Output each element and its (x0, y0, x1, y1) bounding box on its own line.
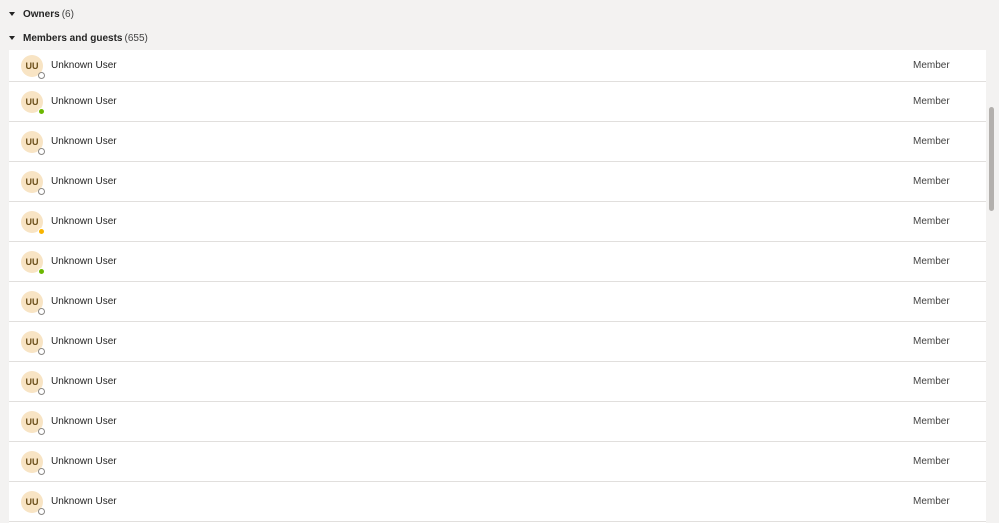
member-name[interactable]: Unknown User (51, 336, 117, 347)
member-role[interactable]: Member (913, 256, 950, 267)
member-row[interactable]: UU Unknown User Member (9, 322, 986, 362)
presence-offline-icon (38, 507, 45, 515)
member-role[interactable]: Member (913, 336, 950, 347)
member-row[interactable]: UU Unknown User Member (9, 50, 986, 82)
team-members-panel: Owners (6) Members and guests (655) UU Un… (0, 0, 999, 523)
avatar-initials: UU (25, 336, 39, 347)
member-role[interactable]: Member (913, 96, 950, 107)
presence-offline-icon (38, 467, 45, 475)
avatar[interactable]: UU (21, 250, 45, 275)
member-row[interactable]: UU Unknown User Member (9, 402, 986, 442)
avatar[interactable]: UU (21, 170, 45, 195)
avatar-initials: UU (25, 176, 39, 187)
avatar[interactable]: UU (21, 370, 45, 395)
presence-offline-icon (38, 347, 45, 355)
member-row[interactable]: UU Unknown User Member (9, 362, 986, 402)
member-row[interactable]: UU Unknown User Member (9, 162, 986, 202)
scrollbar-thumb[interactable] (989, 107, 994, 211)
member-role[interactable]: Member (913, 496, 950, 507)
chevron-down-icon (9, 12, 15, 16)
member-name[interactable]: Unknown User (51, 496, 117, 507)
owners-section-title: Owners (23, 8, 60, 20)
owners-section-header[interactable]: Owners (6) (0, 3, 74, 25)
presence-offline-icon (38, 387, 45, 395)
avatar-initials: UU (25, 96, 39, 107)
members-section-count: (655) (124, 32, 148, 44)
member-name[interactable]: Unknown User (51, 296, 117, 307)
avatar[interactable]: UU (21, 290, 45, 315)
member-name[interactable]: Unknown User (51, 60, 117, 71)
member-role[interactable]: Member (913, 456, 950, 467)
member-role[interactable]: Member (913, 136, 950, 147)
member-name[interactable]: Unknown User (51, 176, 117, 187)
presence-offline-icon (38, 71, 45, 79)
members-section-title: Members and guests (23, 32, 123, 44)
presence-away-icon (38, 227, 45, 235)
avatar[interactable]: UU (21, 90, 45, 115)
member-role[interactable]: Member (913, 416, 950, 427)
presence-offline-icon (38, 427, 45, 435)
avatar[interactable]: UU (21, 210, 45, 235)
avatar[interactable]: UU (21, 130, 45, 155)
owners-section-count: (6) (61, 8, 74, 20)
member-role[interactable]: Member (913, 176, 950, 187)
avatar-initials: UU (25, 136, 39, 147)
avatar-initials: UU (25, 216, 39, 227)
member-row[interactable]: UU Unknown User Member (9, 122, 986, 162)
presence-offline-icon (38, 147, 45, 155)
member-role[interactable]: Member (913, 60, 950, 71)
member-name[interactable]: Unknown User (51, 256, 117, 267)
scrollbar[interactable] (986, 50, 999, 523)
member-row[interactable]: UU Unknown User Member (9, 242, 986, 282)
member-name[interactable]: Unknown User (51, 96, 117, 107)
avatar-initials: UU (25, 416, 39, 427)
chevron-down-icon (9, 36, 15, 40)
members-list: UU Unknown User Member UU Unknown User Member… (9, 50, 986, 523)
member-role[interactable]: Member (913, 216, 950, 227)
member-row[interactable]: UU Unknown User Member (9, 442, 986, 482)
avatar-initials: UU (25, 256, 39, 267)
members-section-header[interactable]: Members and guests (655) (0, 27, 148, 49)
avatar-initials: UU (25, 60, 39, 71)
avatar[interactable]: UU (21, 410, 45, 435)
member-name[interactable]: Unknown User (51, 376, 117, 387)
avatar-initials: UU (25, 376, 39, 387)
avatar[interactable]: UU (21, 490, 45, 515)
member-name[interactable]: Unknown User (51, 136, 117, 147)
member-name[interactable]: Unknown User (51, 416, 117, 427)
member-role[interactable]: Member (913, 376, 950, 387)
member-role[interactable]: Member (913, 296, 950, 307)
avatar-initials: UU (25, 296, 39, 307)
avatar[interactable]: UU (21, 54, 45, 79)
member-row[interactable]: UU Unknown User Member (9, 282, 986, 322)
member-row[interactable]: UU Unknown User Member (9, 82, 986, 122)
member-row[interactable]: UU Unknown User Member (9, 482, 986, 522)
avatar[interactable]: UU (21, 330, 45, 355)
presence-offline-icon (38, 187, 45, 195)
member-name[interactable]: Unknown User (51, 216, 117, 227)
avatar[interactable]: UU (21, 450, 45, 475)
presence-offline-icon (38, 307, 45, 315)
avatar-initials: UU (25, 456, 39, 467)
avatar-initials: UU (25, 496, 39, 507)
presence-available-icon (38, 267, 45, 275)
presence-available-icon (38, 107, 45, 115)
member-row[interactable]: UU Unknown User Member (9, 202, 986, 242)
member-name[interactable]: Unknown User (51, 456, 117, 467)
